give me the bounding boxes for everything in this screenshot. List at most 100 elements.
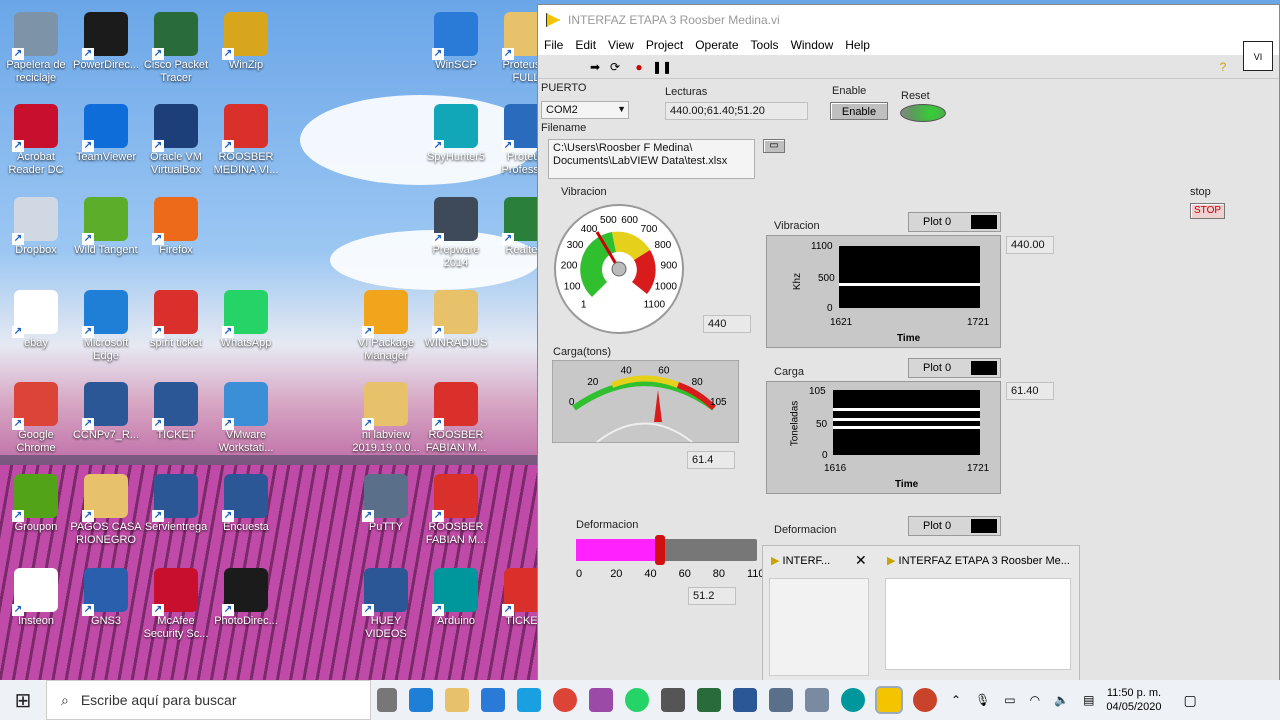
word-icon[interactable] [733, 688, 757, 712]
chrome-icon[interactable] [553, 688, 577, 712]
microphone-icon[interactable]: 🎙 [975, 693, 990, 707]
gauge-tick-label: 1 [581, 299, 587, 310]
desktop-icon-label: Google Chrome [16, 429, 56, 454]
desktop-icon[interactable]: WinZip [210, 8, 282, 96]
desktop-icon[interactable]: Prepware 2014 [420, 193, 492, 281]
desktop-icon[interactable]: TeamViewer [70, 100, 142, 188]
taskbar: ⊞ ⌕ Escribe aquí para buscar ⌃ 🎙 ▭ ◠ 🔈 ▤… [0, 680, 1280, 720]
menu-item-view[interactable]: View [602, 38, 640, 52]
desktop-icon[interactable]: GNS3 [70, 564, 142, 652]
gauge-tick-label: 1100 [644, 299, 666, 310]
notifications-icon[interactable]: ▢ [1183, 692, 1196, 709]
file-explorer-icon[interactable] [445, 688, 469, 712]
desktop-icon[interactable]: spirit ticket [140, 286, 212, 374]
pause-icon[interactable]: ❚❚ [652, 60, 672, 74]
menu-item-project[interactable]: Project [640, 38, 689, 52]
desktop-icon[interactable]: PuTTY [350, 470, 422, 558]
whatsapp-icon[interactable] [625, 688, 649, 712]
enable-button[interactable]: Enable [830, 102, 888, 120]
menu-item-tools[interactable]: Tools [745, 38, 785, 52]
menu-item-window[interactable]: Window [785, 38, 840, 52]
desktop-icon[interactable]: Encuesta [210, 470, 282, 558]
filename-input[interactable]: C:\Users\Roosber F Medina\ Documents\Lab… [548, 139, 755, 179]
desktop-icon[interactable]: Cisco Packet Tracer [140, 8, 212, 96]
menu-item-edit[interactable]: Edit [569, 38, 602, 52]
edge-icon[interactable] [409, 688, 433, 712]
graph-vibracion-legend[interactable]: Plot 0 [908, 212, 1001, 232]
desktop-icon[interactable]: Microsoft Edge [70, 286, 142, 374]
desktop-icon[interactable]: TICKET [140, 378, 212, 466]
desktop-icon[interactable]: ROOSBER FABIAN M... [420, 470, 492, 558]
close-icon[interactable]: ✕ [855, 552, 867, 569]
chevron-up-icon[interactable]: ⌃ [951, 693, 961, 707]
preview-tab-2[interactable]: ▶ INTERFAZ ETAPA 3 Roosber Me... [887, 554, 1070, 567]
graph-carga-legend[interactable]: Plot 0 [908, 358, 1001, 378]
puerto-label: PUERTO [541, 82, 587, 94]
preview-thumb-2[interactable] [885, 578, 1071, 670]
gauge-tick-label: 900 [661, 260, 678, 271]
putty-icon[interactable] [769, 688, 793, 712]
help-icon[interactable]: ? [1216, 60, 1230, 74]
keyboard-icon[interactable]: ▤ [1083, 693, 1094, 707]
graph-deformacion-legend[interactable]: Plot 0 [908, 516, 1001, 536]
desktop-icon[interactable]: HUEY VIDEOS [350, 564, 422, 652]
menu-item-file[interactable]: File [538, 38, 569, 52]
reset-button[interactable] [900, 104, 946, 122]
run-continuously-icon[interactable]: ⟳ [608, 60, 622, 74]
desktop-icon[interactable]: ROOSBER FABIAN M... [420, 378, 492, 466]
puerto-select[interactable]: COM2 ▼ [541, 101, 629, 119]
app-icon[interactable] [589, 688, 613, 712]
cisco-icon[interactable] [697, 688, 721, 712]
deformacion-slider[interactable] [576, 535, 757, 565]
stop-button[interactable]: STOP [1190, 203, 1225, 219]
desktop-icon[interactable]: Wild Tangent [70, 193, 142, 281]
wifi-icon[interactable]: ◠ [1030, 693, 1040, 707]
desktop-icon[interactable]: ni labview 2019.19.0.0... [350, 378, 422, 466]
menu-item-help[interactable]: Help [839, 38, 876, 52]
task-view-icon[interactable] [377, 688, 397, 712]
desktop-icon[interactable]: ebay [0, 286, 72, 374]
desktop-icon[interactable]: Insteon [0, 564, 72, 652]
menu-item-operate[interactable]: Operate [689, 38, 744, 52]
arduino-icon[interactable] [841, 688, 865, 712]
desktop-icon[interactable]: VMware Workstati... [210, 378, 282, 466]
desktop-icon[interactable]: WhatsApp [210, 286, 282, 374]
desktop-icon[interactable]: PowerDirec... [70, 8, 142, 96]
windows-start-icon[interactable]: ⊞ [0, 688, 46, 713]
desktop-icon[interactable]: Acrobat Reader DC [0, 100, 72, 188]
calculator-icon[interactable] [661, 688, 685, 712]
battery-icon[interactable]: ▭ [1004, 693, 1015, 707]
desktop-icon[interactable]: Servientrega [140, 470, 212, 558]
desktop-icon[interactable]: CCNPv7_R... [70, 378, 142, 466]
preview-thumb-1[interactable] [769, 578, 869, 676]
labview-icon[interactable] [875, 686, 903, 714]
powerpoint-icon[interactable] [913, 688, 937, 712]
desktop-icon[interactable]: McAfee Security Sc... [140, 564, 212, 652]
clock[interactable]: 11:50 p. m. 04/05/2020 [1106, 686, 1161, 714]
app-icon[interactable] [805, 688, 829, 712]
taskbar-search[interactable]: ⌕ Escribe aquí para buscar [46, 680, 371, 720]
deformacion-thumb[interactable] [655, 535, 666, 565]
window-titlebar[interactable]: INTERFAZ ETAPA 3 Roosber Medina.vi [538, 5, 1279, 35]
desktop-icon[interactable]: SpyHunter5 [420, 100, 492, 188]
desktop-icon[interactable]: Google Chrome [0, 378, 72, 466]
desktop-icon[interactable]: Firefox [140, 193, 212, 281]
desktop-icon[interactable]: PhotoDirec... [210, 564, 282, 652]
desktop-icon[interactable]: WINRADIUS [420, 286, 492, 374]
folder-browse-icon[interactable]: ▭ [763, 139, 785, 153]
volume-icon[interactable]: 🔈 [1054, 693, 1069, 707]
run-icon[interactable]: ➡ [588, 60, 602, 74]
abort-icon[interactable]: ● [632, 60, 646, 74]
preview-tab-1[interactable]: ▶ INTERF... [771, 554, 830, 567]
desktop-icon[interactable]: Dropbox [0, 193, 72, 281]
desktop-icon[interactable]: Oracle VM VirtualBox [140, 100, 212, 188]
desktop-icon[interactable]: Groupon [0, 470, 72, 558]
mail-icon[interactable] [481, 688, 505, 712]
store-icon[interactable] [517, 688, 541, 712]
desktop-icon[interactable]: VI Package Manager [350, 286, 422, 374]
desktop-icon[interactable]: Arduino [420, 564, 492, 652]
desktop-icon[interactable]: ROOSBER MEDINA VI... [210, 100, 282, 188]
desktop-icon[interactable]: PAGOS CASA RIONEGRO [70, 470, 142, 558]
desktop-icon[interactable]: Papelera de reciclaje [0, 8, 72, 96]
desktop-icon[interactable]: WinSCP [420, 8, 492, 96]
